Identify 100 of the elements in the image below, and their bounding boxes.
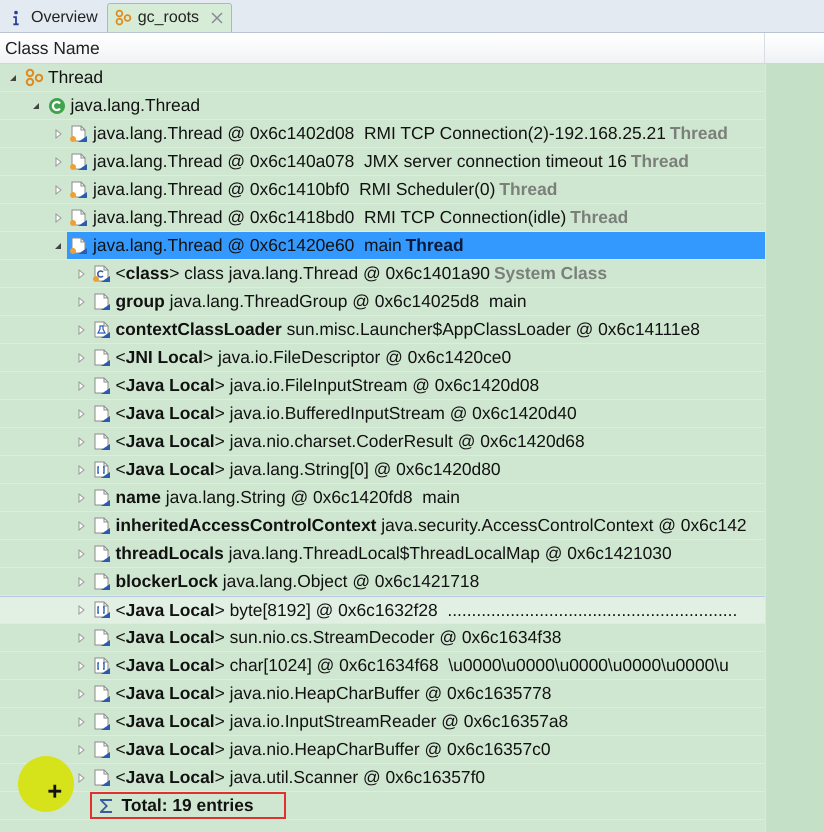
tree-row[interactable]: <Java Local> char[1024] @ 0x6c1634f68 \u0000\u0000\u0000\u0000\u0000\u [90,652,765,679]
object-icon [92,768,112,788]
expand-toggle[interactable] [76,296,86,306]
thread-object-icon [69,152,89,172]
row-label: inheritedAccessControlContext java.security.AccessControlContext @ 0x6c142 [116,515,747,536]
row-label: <Java Local> java.lang.String[0] @ 0x6c1420d80 [116,459,501,480]
tree-row[interactable]: <Java Local> java.nio.HeapCharBuffer @ 0x6c1635778 [90,680,765,707]
tree-row[interactable]: <JNI Local> java.io.FileDescriptor @ 0x6c1420ce0 [90,344,765,371]
expand-toggle[interactable] [76,464,86,474]
row-label: java.lang.Thread [70,95,200,116]
tree-row[interactable]: Thread [22,64,765,91]
expand-toggle[interactable] [76,380,86,390]
row-label: group java.lang.ThreadGroup @ 0x6c14025d8 main [116,291,527,312]
type-label: Thread [570,207,628,228]
tree-row[interactable]: java.lang.Thread @ 0x6c1410bf0 RMI Scheduler(0) Thread [67,176,765,203]
expand-toggle[interactable] [76,520,86,530]
thread-object-icon [69,236,89,256]
column-header[interactable] [765,33,824,64]
row-label: <class> class java.lang.Thread @ 0x6c1401a90 [116,263,490,284]
close-icon[interactable] [211,12,224,24]
row-label: java.lang.Thread @ 0x6c140a078 JMX server connection timeout 16 [93,151,627,172]
object-icon [92,712,112,732]
array-object-icon [92,460,112,480]
row-label: <Java Local> java.io.FileInputStream @ 0x6c1420d08 [116,375,540,396]
row-label: <Java Local> java.nio.HeapCharBuffer @ 0x6c16357c0 [116,739,550,760]
loader-object-icon [92,320,112,340]
expand-toggle[interactable] [53,128,63,138]
group-icon [114,9,132,27]
tree-row[interactable]: inheritedAccessControlContext java.security.AccessControlContext @ 0x6c142 [90,512,765,539]
object-icon [92,628,112,648]
tree-row[interactable]: <Java Local> java.io.InputStreamReader @ 0x6c16357a8 [90,708,765,735]
row-label: <JNI Local> java.io.FileDescriptor @ 0x6c1420ce0 [116,347,512,368]
row-label: <Java Local> java.io.BufferedInputStream @ 0x6c1420d40 [116,403,577,424]
expand-toggle[interactable] [76,492,86,502]
tree-row[interactable]: java.lang.Thread @ 0x6c1420e60 main Thread [67,232,765,259]
type-label: Thread [670,123,728,144]
expand-toggle[interactable] [53,184,63,194]
type-label: Thread [499,179,558,200]
tree-row[interactable]: <Java Local> java.nio.charset.CoderResult @ 0x6c1420d68 [90,428,765,455]
expand-toggle[interactable] [76,605,86,615]
expand-toggle[interactable] [8,72,18,82]
expand-toggle[interactable] [76,352,86,362]
tree-row[interactable]: <Java Local> java.io.BufferedInputStream @ 0x6c1420d40 [90,400,765,427]
thread-object-icon [69,180,89,200]
cursor-highlight [18,756,74,812]
tab[interactable]: gc_roots [106,3,232,32]
row-label: <Java Local> sun.nio.cs.StreamDecoder @ 0x6c1634f38 [116,627,562,648]
expand-toggle[interactable] [76,436,86,446]
expand-toggle[interactable] [76,772,86,782]
tree-row[interactable]: name java.lang.String @ 0x6c1420fd8 main [90,484,765,511]
tree-row[interactable]: contextClassLoader sun.misc.Launcher$AppClassLoader @ 0x6c14111e8 [90,316,765,343]
expand-toggle[interactable] [53,240,63,250]
expand-toggle[interactable] [30,100,40,110]
row-label: <Java Local> char[1024] @ 0x6c1634f68 \u0000\u0000\u0000\u0000\u0000\u [116,655,729,676]
row-label: java.lang.Thread @ 0x6c1410bf0 RMI Scheduler(0) [93,179,496,200]
expand-toggle[interactable] [76,716,86,726]
row-label: <Java Local> java.util.Scanner @ 0x6c16357f0 [116,767,486,788]
object-icon [92,432,112,452]
tree-row[interactable]: <Java Local> java.io.FileInputStream @ 0x6c1420d08 [90,372,765,399]
expand-toggle[interactable] [53,212,63,222]
expand-toggle[interactable] [76,744,86,754]
tree-row[interactable]: java.lang.Thread @ 0x6c1418bd0 RMI TCP Connection(idle) Thread [67,204,765,231]
row-label: name java.lang.String @ 0x6c1420fd8 main [116,487,460,508]
expand-toggle[interactable] [76,576,86,586]
total-label: Total: 19 entries [122,795,254,816]
tab[interactable]: Overview [0,3,107,32]
object-icon [92,740,112,760]
class-icon [46,96,66,116]
array-object-icon [92,600,112,620]
tree-row[interactable]: group java.lang.ThreadGroup @ 0x6c14025d8 main [90,288,765,315]
expand-toggle[interactable] [76,688,86,698]
group-icon [24,68,44,88]
thread-object-icon [69,124,89,144]
expand-toggle[interactable] [76,268,86,278]
tree-row[interactable]: <Java Local> sun.nio.cs.StreamDecoder @ 0x6c1634f38 [90,624,765,651]
tree-row[interactable]: blockerLock java.lang.Object @ 0x6c1421718 [90,568,765,595]
tree-row[interactable]: java.lang.Thread @ 0x6c140a078 JMX server connection timeout 16 Thread [67,148,765,175]
expand-toggle[interactable] [76,632,86,642]
tree-row[interactable]: <Java Local> java.nio.HeapCharBuffer @ 0x6c16357c0 [90,736,765,763]
object-icon [92,544,112,564]
row-label: java.lang.Thread @ 0x6c1402d08 RMI TCP Connection(2)-192.168.25.21 [93,123,666,144]
tree-row[interactable]: java.lang.Thread [44,92,765,119]
expand-toggle[interactable] [53,156,63,166]
tree-row[interactable]: <Java Local> java.util.Scanner @ 0x6c16357f0 [90,764,765,791]
row-label: <Java Local> byte[8192] @ 0x6c1632f28 ............................................................ [116,600,738,620]
expand-toggle[interactable] [76,548,86,558]
tree-row[interactable]: <class> class java.lang.Thread @ 0x6c1401a90 System Class [90,260,765,287]
row-label: java.lang.Thread @ 0x6c1418bd0 RMI TCP Connection(idle) [93,207,566,228]
row-label: blockerLock java.lang.Object @ 0x6c1421718 [116,571,480,592]
row-label: threadLocals java.lang.ThreadLocal$ThreadLocalMap @ 0x6c1421030 [116,543,672,564]
expand-toggle[interactable] [76,660,86,670]
tree-row[interactable]: threadLocals java.lang.ThreadLocal$ThreadLocalMap @ 0x6c1421030 [90,540,765,567]
expand-toggle[interactable] [76,324,86,334]
expand-toggle[interactable] [76,408,86,418]
column-header[interactable]: Class Name [0,33,765,64]
tree-row[interactable]: <Java Local> java.lang.String[0] @ 0x6c1420d80 [90,456,765,483]
array-object-icon [92,656,112,676]
object-icon [92,516,112,536]
tree-row[interactable]: java.lang.Thread @ 0x6c1402d08 RMI TCP Connection(2)-192.168.25.21 Thread [67,120,765,147]
object-icon [92,572,112,592]
